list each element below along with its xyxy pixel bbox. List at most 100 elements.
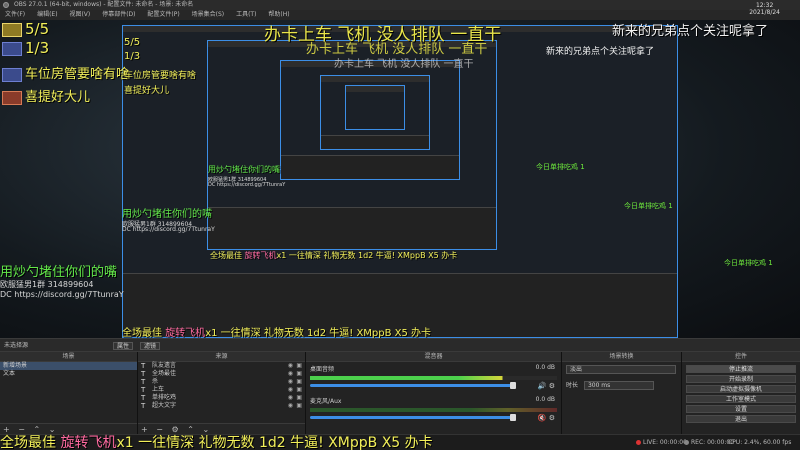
settings-button[interactable]: 设置 xyxy=(686,405,796,413)
text-source-icon: T xyxy=(141,378,146,386)
chat-discord-echo-1: DC https://discord.gg/7TtunraY xyxy=(122,226,215,233)
chat-discord: DC https://discord.gg/7TtunraY xyxy=(0,290,124,299)
mixer-body: 桌面音频 0.0 dB 🔊 ⚙ 麦克风/Aux 0.0 dB 🔇 ⚙ xyxy=(306,362,561,423)
studio-mode-tab[interactable]: 属性 xyxy=(113,342,134,350)
channel-name: 桌面音频 xyxy=(310,366,335,373)
menu-view[interactable]: 视图(V) xyxy=(64,10,95,20)
stat-car-echo: 车位房管要啥有啥 xyxy=(124,71,197,81)
eye-icon[interactable]: ◉ xyxy=(288,378,293,386)
follow-tip-echo: 新来的兄弟点个关注呢拿了 xyxy=(546,47,655,57)
source-item[interactable]: T 队友遗言 ◉ ▣ xyxy=(138,362,305,370)
eye-icon[interactable]: ◉ xyxy=(288,386,293,394)
text-source-icon: T xyxy=(141,386,146,394)
scene-item[interactable]: 文本 xyxy=(0,370,137,378)
live-status: LIVE: 00:00:00 xyxy=(636,435,687,450)
slider-knob[interactable] xyxy=(509,414,516,421)
source-item[interactable]: T 超大文字 ◉ ▣ xyxy=(138,402,305,410)
channel-controls: 🔇 ⚙ xyxy=(538,414,555,422)
avatar-icon xyxy=(2,67,22,82)
banner-echo-2: 办卡上车 飞机 没人排队 一直干 xyxy=(334,59,474,70)
follow-tip: 新来的兄弟点个关注呢拿了 xyxy=(612,24,769,39)
transition-type-row: 淡出 xyxy=(562,362,681,377)
transition-select[interactable]: 淡出 xyxy=(566,365,676,374)
duration-label: 时长 xyxy=(566,382,579,389)
volume-slider[interactable] xyxy=(310,414,516,421)
scenes-dock: 场景 新增场景 文本 + − ⌃ ⌄ xyxy=(0,352,138,434)
lock-icon[interactable]: ▣ xyxy=(296,370,302,378)
stop-streaming-button[interactable]: 停止推流 xyxy=(686,365,796,373)
rec-icon xyxy=(684,440,689,445)
start-recording-button[interactable]: 开始录制 xyxy=(686,375,796,383)
sources-header: 来源 xyxy=(138,352,305,362)
menu-profile[interactable]: 配置文件(P) xyxy=(142,10,184,20)
stat-kills-echo: 1/3 xyxy=(124,51,141,62)
menu-bar: 文件(F) 编辑(E) 视图(V) 停靠部件(D) 配置文件(P) 场景集合(S… xyxy=(0,10,800,20)
scene-list[interactable]: 新增场景 文本 xyxy=(0,362,137,423)
ticker-echo-2: 全场最佳 旋转飞机x1 一往情深 礼物无数 1d2 牛逼! XMppB X5 办… xyxy=(210,251,458,260)
source-item[interactable]: T 杀 ◉ ▣ xyxy=(138,378,305,386)
current-scene-label: 未选择源 xyxy=(4,342,29,349)
chat-line-echo-1: 用炒勺堵住你们的嘴 xyxy=(122,209,212,220)
daily-chicken: 今日单排吃鸡 1 xyxy=(724,259,773,267)
lock-icon[interactable]: ▣ xyxy=(296,378,302,386)
exit-button[interactable]: 退出 xyxy=(686,415,796,423)
channel-gear-icon[interactable]: ⚙ xyxy=(549,414,555,422)
obs-logo-icon xyxy=(3,2,9,8)
fire-icon xyxy=(2,90,22,105)
menu-tools[interactable]: 工具(T) xyxy=(231,10,261,20)
menu-edit[interactable]: 编辑(E) xyxy=(32,10,62,20)
volume-meter xyxy=(310,408,557,412)
preview-canvas[interactable]: 办卡上车 飞机 没人排队 一直干 办卡上车 飞机 没人排队 一直干 办卡上车 飞… xyxy=(0,20,800,338)
system-clock: 12:32 2021/8/24 xyxy=(749,2,780,16)
stat-blessing-echo: 喜提好大儿 xyxy=(124,86,170,96)
lock-icon[interactable]: ▣ xyxy=(296,402,302,410)
chat-discord-echo-2: DC https://discord.gg/7TtunraY xyxy=(208,182,286,188)
transition-duration-row: 时长 300 ms xyxy=(562,377,681,393)
channel-name: 麦克风/Aux xyxy=(310,398,342,405)
dock-area: 场景 新增场景 文本 + − ⌃ ⌄ 来源 T 队友遗言 ◉ ▣ T 全场最佳 ◉ ▣ T杀… xyxy=(0,352,800,434)
volume-slider[interactable] xyxy=(310,382,516,389)
channel-gear-icon[interactable]: ⚙ xyxy=(549,382,555,390)
live-icon xyxy=(636,440,641,445)
source-item[interactable]: T 全场最佳 ◉ ▣ xyxy=(138,370,305,378)
nested-preview-5 xyxy=(345,85,405,130)
volume-meter xyxy=(310,376,557,380)
menu-scene-collection[interactable]: 场景集合(S) xyxy=(187,10,230,20)
eye-icon[interactable]: ◉ xyxy=(288,370,293,378)
scene-item[interactable]: 新增场景 xyxy=(0,362,137,370)
studio-mode-button[interactable]: 工作室模式 xyxy=(686,395,796,403)
ticker-echo-1: 全场最佳 旋转飞机x1 一往情深 礼物无数 1d2 牛逼! XMppB X5 办… xyxy=(122,328,432,338)
stat-kills: 1/3 xyxy=(2,39,49,57)
menu-docks[interactable]: 停靠部件(D) xyxy=(97,10,140,20)
menu-file[interactable]: 文件(F) xyxy=(0,10,30,20)
slider-knob[interactable] xyxy=(509,382,516,389)
eye-icon[interactable]: ◉ xyxy=(288,362,293,370)
text-source-icon: T xyxy=(141,402,146,410)
trophy-icon xyxy=(2,22,22,37)
scenes-header: 场景 xyxy=(0,352,137,362)
muted-speaker-icon[interactable]: 🔇 xyxy=(538,414,547,422)
stat-car-question: 车位房管要啥有啥 xyxy=(2,63,129,82)
preview-tab[interactable]: 滤镜 xyxy=(140,342,161,350)
controls-dock: 控件 停止推流 开始录制 启动虚拟摄像机 工作室模式 设置 退出 xyxy=(682,352,800,434)
eye-icon[interactable]: ◉ xyxy=(288,402,293,410)
duration-input[interactable]: 300 ms xyxy=(583,381,654,390)
chat-line-echo-2: 用炒勺堵住你们的嘴 xyxy=(208,165,280,174)
eye-icon[interactable]: ◉ xyxy=(288,394,293,402)
lock-icon[interactable]: ▣ xyxy=(296,362,302,370)
lock-icon[interactable]: ▣ xyxy=(296,386,302,394)
transitions-header: 场景转换 xyxy=(562,352,681,362)
speaker-icon[interactable]: 🔊 xyxy=(538,382,547,390)
lock-icon[interactable]: ▣ xyxy=(296,394,302,402)
menu-help[interactable]: 帮助(H) xyxy=(263,10,294,20)
virtual-camera-button[interactable]: 启动虚拟摄像机 xyxy=(686,385,796,393)
source-item[interactable]: T 单排吃鸡 ◉ ▣ xyxy=(138,394,305,402)
window-title: OBS 27.0.1 (64-bit, windows) - 配置文件: 未命名… xyxy=(14,1,194,8)
text-source-icon: T xyxy=(141,394,146,402)
text-source-icon: T xyxy=(141,370,146,378)
channel-controls: 🔊 ⚙ xyxy=(538,382,555,390)
controls-header: 控件 xyxy=(682,352,800,362)
source-item[interactable]: T 上车 ◉ ▣ xyxy=(138,386,305,394)
daily-chicken-echo-1: 今日单排吃鸡 1 xyxy=(624,202,673,210)
source-list[interactable]: T 队友遗言 ◉ ▣ T 全场最佳 ◉ ▣ T 杀 ◉ ▣ T 上车 ◉ ▣ T 单排吃鸡 ◉ ▣ T 超大文字… xyxy=(138,362,305,423)
